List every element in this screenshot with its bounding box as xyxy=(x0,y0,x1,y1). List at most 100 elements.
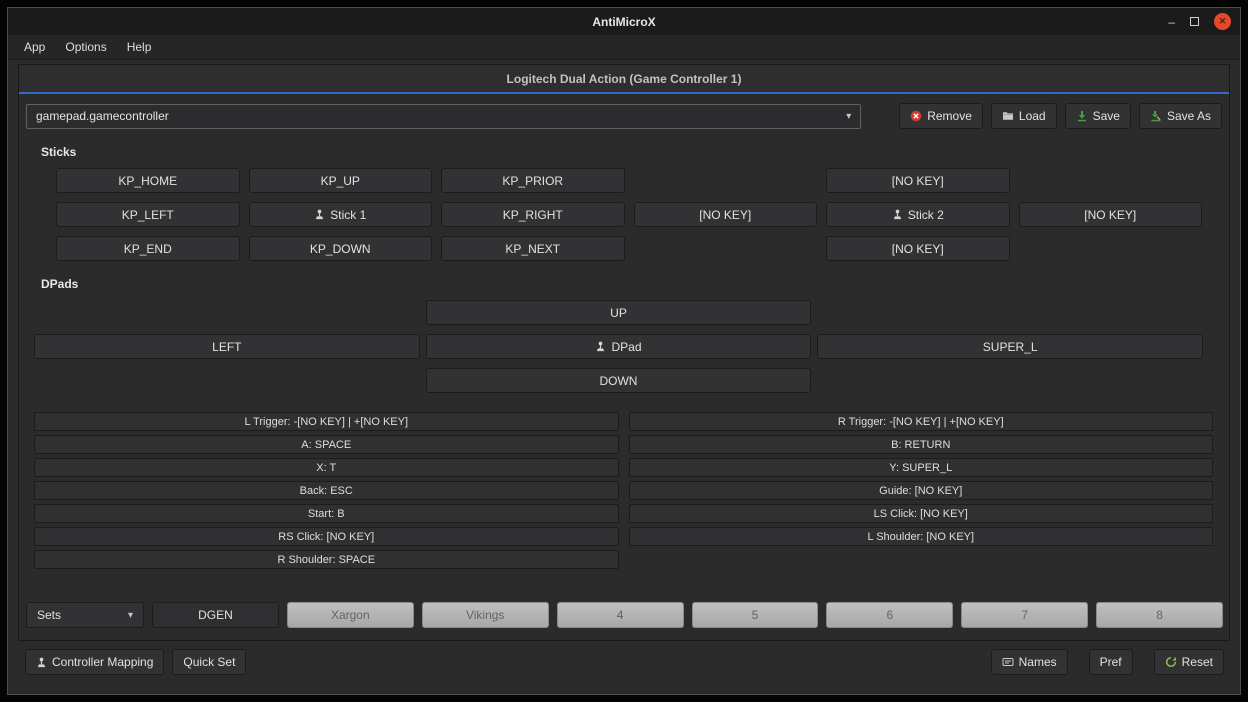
joystick-icon xyxy=(314,209,325,220)
footer: Controller Mapping Quick Set Names Pref … xyxy=(25,649,1224,675)
stick1-down-right-button[interactable]: KP_NEXT xyxy=(441,236,625,261)
dpad-button[interactable]: DPad xyxy=(426,334,812,359)
profile-row: gamepad.gamecontroller ▾ Remove Load Sav… xyxy=(26,103,1222,129)
stick1-up-right-button[interactable]: KP_PRIOR xyxy=(441,168,625,193)
footer-right-group: Names Pref Reset xyxy=(991,649,1224,675)
save-as-profile-button[interactable]: Save As xyxy=(1139,103,1222,129)
set-tab-1[interactable]: DGEN xyxy=(152,602,279,628)
stick2-up-button[interactable]: [NO KEY] xyxy=(826,168,1010,193)
stick1-label: Stick 1 xyxy=(330,208,366,222)
minimize-button[interactable]: – xyxy=(1168,16,1175,28)
load-profile-button[interactable]: Load xyxy=(991,103,1057,129)
reset-label: Reset xyxy=(1182,655,1213,669)
stick2-right-button[interactable]: [NO KEY] xyxy=(1019,202,1203,227)
save-as-profile-label: Save As xyxy=(1167,109,1211,123)
save-profile-button[interactable]: Save xyxy=(1065,103,1131,129)
stick1-down-button[interactable]: KP_DOWN xyxy=(249,236,433,261)
remove-profile-label: Remove xyxy=(927,109,972,123)
stick2-down-button[interactable]: [NO KEY] xyxy=(826,236,1010,261)
dpad-down-button[interactable]: DOWN xyxy=(426,368,812,393)
assign-button-ls-click[interactable]: LS Click: [NO KEY] xyxy=(629,504,1214,523)
assign-button-b[interactable]: B: RETURN xyxy=(629,435,1214,454)
set-tab-7[interactable]: 7 xyxy=(961,602,1088,628)
stick2-left-button[interactable]: [NO KEY] xyxy=(634,202,818,227)
load-profile-label: Load xyxy=(1019,109,1046,123)
assign-button-guide[interactable]: Guide: [NO KEY] xyxy=(629,481,1214,500)
stick2-button[interactable]: Stick 2 xyxy=(826,202,1010,227)
chevron-down-icon: ▾ xyxy=(128,610,133,621)
profile-combobox-value: gamepad.gamecontroller xyxy=(36,109,846,123)
assign-button-a[interactable]: A: SPACE xyxy=(34,435,619,454)
chevron-down-icon: ▾ xyxy=(846,111,851,122)
stick1-left-button[interactable]: KP_LEFT xyxy=(56,202,240,227)
controller-tab-body: gamepad.gamecontroller ▾ Remove Load Sav… xyxy=(19,94,1229,640)
names-label: Names xyxy=(1019,655,1057,669)
assignment-list: L Trigger: -[NO KEY] | +[NO KEY] A: SPAC… xyxy=(34,412,1213,569)
profile-combobox[interactable]: gamepad.gamecontroller ▾ xyxy=(26,104,861,129)
joystick-icon xyxy=(892,209,903,220)
names-button[interactable]: Names xyxy=(991,649,1068,675)
assign-button-r-trigger[interactable]: R Trigger: -[NO KEY] | +[NO KEY] xyxy=(629,412,1214,431)
controller-tab-frame: Logitech Dual Action (Game Controller 1)… xyxy=(18,64,1230,641)
dpad-up-button[interactable]: UP xyxy=(426,300,812,325)
dpad-label: DPad xyxy=(611,340,641,354)
set-tab-4[interactable]: 4 xyxy=(557,602,684,628)
refresh-icon xyxy=(1165,656,1177,668)
set-tab-6[interactable]: 6 xyxy=(826,602,953,628)
menubar: App Options Help xyxy=(8,35,1240,60)
sets-row: Sets ▾ DGEN Xargon Vikings 4 5 6 7 8 xyxy=(26,602,1223,628)
joystick-icon xyxy=(36,657,47,668)
remove-profile-button[interactable]: Remove xyxy=(899,103,983,129)
assign-button-r-shoulder[interactable]: R Shoulder: SPACE xyxy=(34,550,619,569)
stick1-up-left-button[interactable]: KP_HOME xyxy=(56,168,240,193)
save-profile-label: Save xyxy=(1093,109,1120,123)
sticks-grid: KP_HOME KP_UP KP_PRIOR [NO KEY] KP_LEFT … xyxy=(56,168,1202,261)
menu-app[interactable]: App xyxy=(14,35,55,59)
save-as-icon xyxy=(1150,110,1162,122)
set-tab-8[interactable]: 8 xyxy=(1096,602,1223,628)
titlebar: AntiMicroX – ✕ xyxy=(8,8,1240,35)
pref-button[interactable]: Pref xyxy=(1089,649,1133,675)
quick-set-button[interactable]: Quick Set xyxy=(172,649,246,675)
close-button[interactable]: ✕ xyxy=(1214,13,1231,30)
controller-mapping-label: Controller Mapping xyxy=(52,655,153,669)
assign-button-back[interactable]: Back: ESC xyxy=(34,481,619,500)
maximize-button[interactable] xyxy=(1190,17,1199,26)
assign-button-l-trigger[interactable]: L Trigger: -[NO KEY] | +[NO KEY] xyxy=(34,412,619,431)
stick1-down-left-button[interactable]: KP_END xyxy=(56,236,240,261)
assignment-right-column: R Trigger: -[NO KEY] | +[NO KEY] B: RETU… xyxy=(629,412,1214,569)
save-download-icon xyxy=(1076,110,1088,122)
sticks-heading: Sticks xyxy=(41,145,1229,159)
dpad-grid: UP LEFT DPad SUPER_L DOWN xyxy=(34,300,1203,393)
sets-dropdown-label: Sets xyxy=(37,608,61,622)
sets-dropdown[interactable]: Sets ▾ xyxy=(26,602,144,628)
dpad-right-button[interactable]: SUPER_L xyxy=(817,334,1203,359)
reset-button[interactable]: Reset xyxy=(1154,649,1224,675)
dpads-heading: DPads xyxy=(41,277,1229,291)
joystick-icon xyxy=(595,341,606,352)
app-window: AntiMicroX – ✕ App Options Help Logitech… xyxy=(7,7,1241,695)
assign-button-l-shoulder[interactable]: L Shoulder: [NO KEY] xyxy=(629,527,1214,546)
stick1-button[interactable]: Stick 1 xyxy=(249,202,433,227)
stick1-right-button[interactable]: KP_RIGHT xyxy=(441,202,625,227)
controller-tab-label: Logitech Dual Action (Game Controller 1) xyxy=(507,72,742,86)
controller-tab[interactable]: Logitech Dual Action (Game Controller 1) xyxy=(19,65,1229,94)
assign-button-y[interactable]: Y: SUPER_L xyxy=(629,458,1214,477)
folder-open-icon xyxy=(1002,110,1014,122)
dpad-left-button[interactable]: LEFT xyxy=(34,334,420,359)
set-tab-3[interactable]: Vikings xyxy=(422,602,549,628)
assign-button-rs-click[interactable]: RS Click: [NO KEY] xyxy=(34,527,619,546)
stick1-up-button[interactable]: KP_UP xyxy=(249,168,433,193)
remove-icon xyxy=(910,110,922,122)
footer-left-group: Controller Mapping Quick Set xyxy=(25,649,246,675)
label-list-icon xyxy=(1002,656,1014,668)
assign-button-start[interactable]: Start: B xyxy=(34,504,619,523)
controller-mapping-button[interactable]: Controller Mapping xyxy=(25,649,164,675)
menu-help[interactable]: Help xyxy=(117,35,162,59)
window-title: AntiMicroX xyxy=(8,8,1240,35)
menu-options[interactable]: Options xyxy=(55,35,116,59)
set-tab-2[interactable]: Xargon xyxy=(287,602,414,628)
set-tab-5[interactable]: 5 xyxy=(692,602,819,628)
window-controls: – ✕ xyxy=(1168,8,1231,35)
assign-button-x[interactable]: X: T xyxy=(34,458,619,477)
